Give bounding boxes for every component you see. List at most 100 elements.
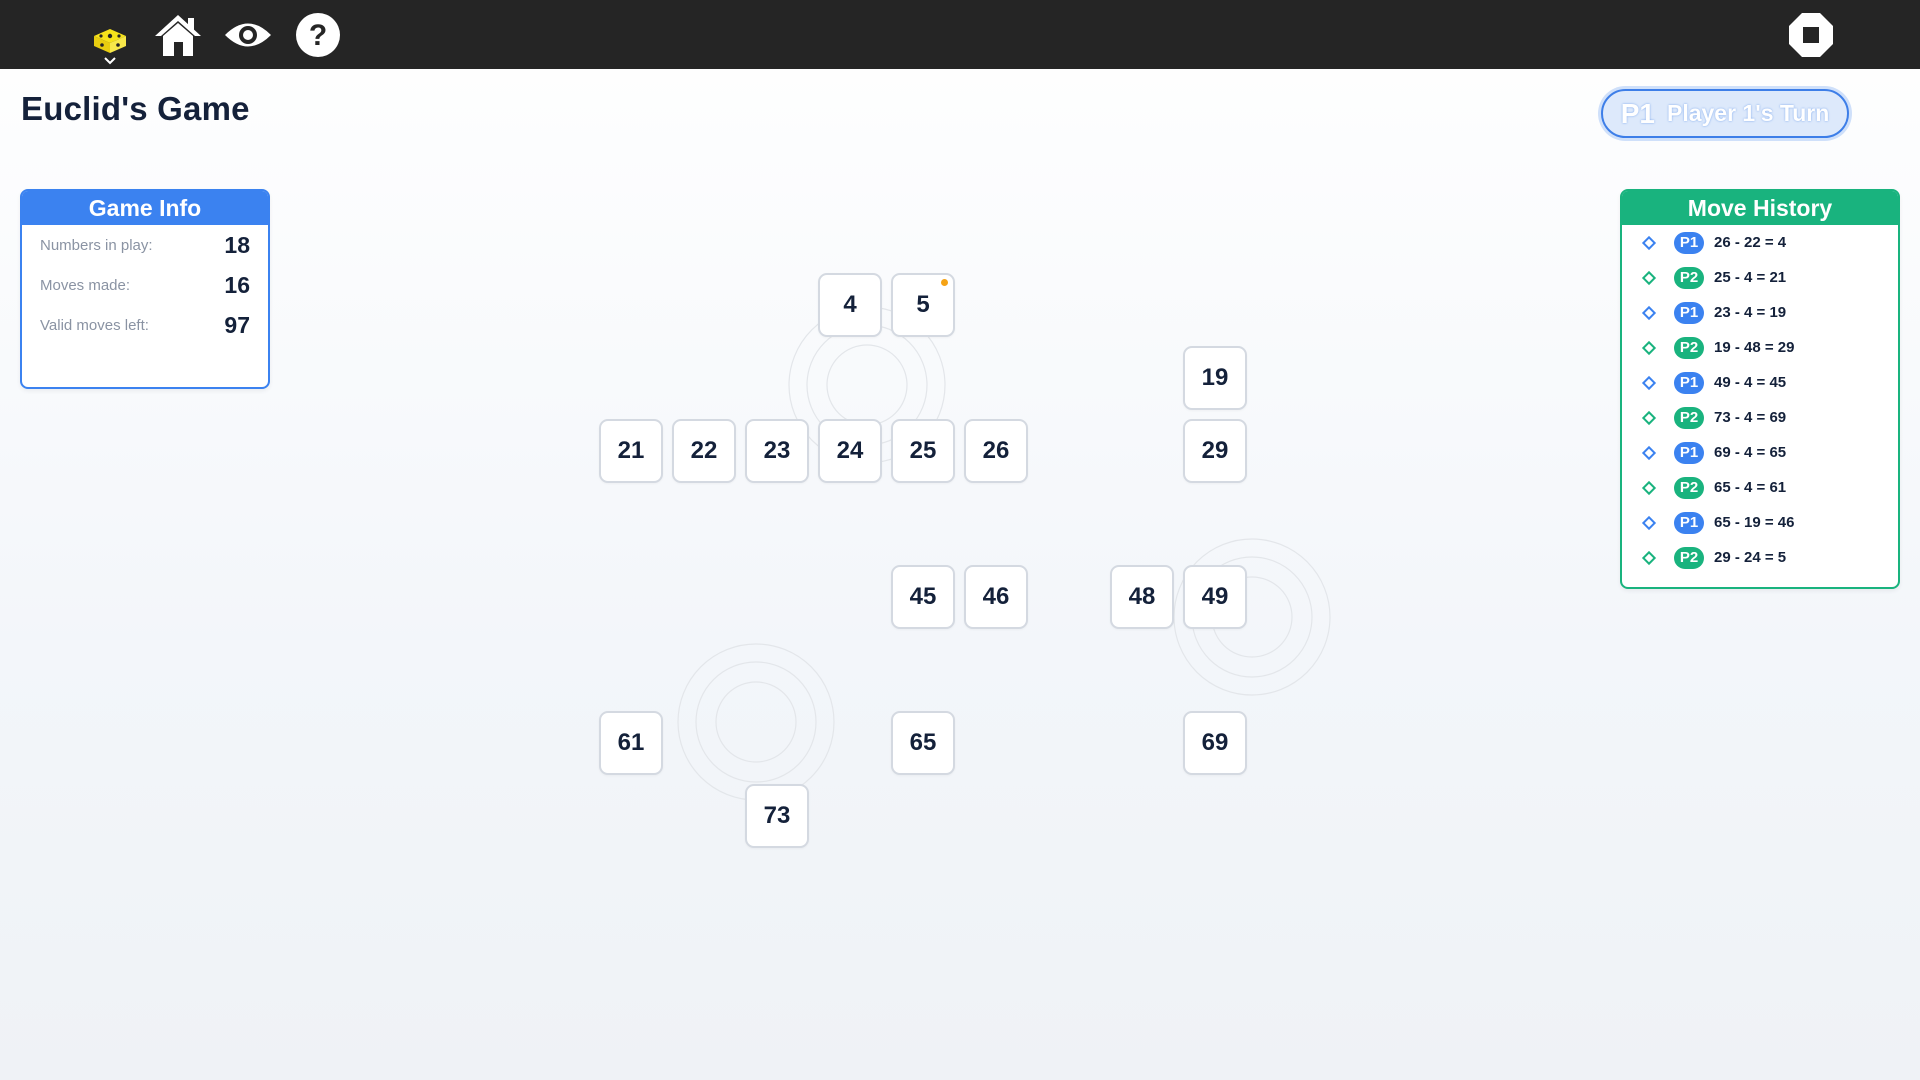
- number-tile[interactable]: 5: [891, 273, 955, 337]
- move-history-panel: Move History P1 26 - 22 = 4 P2 25 - 4 = 21 P…: [1620, 189, 1900, 589]
- tile-number: 5: [916, 291, 930, 318]
- number-tile[interactable]: 4: [818, 273, 882, 337]
- move-text: 29 - 24 = 5: [1714, 549, 1787, 566]
- move-text: 49 - 4 = 45: [1714, 374, 1787, 391]
- info-row-numbers: Numbers in play: 18: [22, 225, 268, 265]
- info-label: Numbers in play:: [40, 236, 153, 254]
- svg-text:?: ?: [309, 19, 327, 52]
- tile-number: 73: [763, 802, 791, 829]
- tile-number: 25: [909, 437, 937, 464]
- info-label: Valid moves left:: [40, 316, 149, 334]
- number-tile[interactable]: 19: [1183, 346, 1247, 410]
- help-icon[interactable]: ?: [290, 10, 346, 60]
- tile-number: 19: [1201, 364, 1229, 391]
- diamond-icon: [1641, 375, 1657, 390]
- number-tile[interactable]: 69: [1183, 711, 1247, 775]
- page-title: Euclid's Game: [21, 90, 250, 127]
- info-value: 18: [224, 231, 250, 258]
- history-item: P2 29 - 24 = 5: [1622, 540, 1898, 575]
- info-value: 97: [224, 311, 250, 338]
- number-tile[interactable]: 65: [891, 711, 955, 775]
- player-badge: P2: [1674, 476, 1704, 499]
- tile-number: 48: [1128, 583, 1156, 610]
- move-text: 73 - 4 = 69: [1714, 409, 1787, 426]
- tile-number: 49: [1201, 583, 1229, 610]
- eye-icon[interactable]: [220, 10, 276, 60]
- move-text: 65 - 4 = 61: [1714, 479, 1787, 496]
- tile-number: 21: [617, 437, 645, 464]
- move-text: 23 - 4 = 19: [1714, 304, 1787, 321]
- move-text: 69 - 4 = 65: [1714, 444, 1787, 461]
- diamond-icon: [1641, 270, 1657, 285]
- number-tile[interactable]: 22: [672, 419, 736, 483]
- player-badge: P1: [1674, 441, 1704, 464]
- stop-icon[interactable]: [1786, 10, 1836, 60]
- tile-number: 46: [982, 583, 1010, 610]
- player-badge: P2: [1674, 266, 1704, 289]
- info-label: Moves made:: [40, 276, 131, 294]
- game-info-panel: Game Info Numbers in play: 18 Moves made…: [20, 189, 270, 389]
- number-tile[interactable]: 25: [891, 419, 955, 483]
- chevron-down-icon: [104, 57, 116, 65]
- tile-number: 29: [1201, 437, 1229, 464]
- history-item: P1 65 - 19 = 46: [1622, 505, 1898, 540]
- game-info-title: Game Info: [22, 191, 268, 225]
- diamond-icon: [1641, 515, 1657, 530]
- top-toolbar: ?: [0, 0, 1920, 69]
- move-text: 65 - 19 = 46: [1714, 514, 1795, 531]
- player-badge: P1: [1674, 231, 1704, 254]
- history-item: P2 19 - 48 = 29: [1622, 330, 1898, 365]
- history-item: P1 49 - 4 = 45: [1622, 365, 1898, 400]
- player-badge: P2: [1674, 546, 1704, 569]
- number-tile[interactable]: 26: [964, 419, 1028, 483]
- diamond-icon: [1641, 410, 1657, 425]
- tile-number: 69: [1201, 729, 1229, 756]
- number-tile[interactable]: 45: [891, 565, 955, 629]
- info-value: 16: [224, 271, 250, 298]
- turn-indicator[interactable]: P1 Player 1's Turn: [1601, 89, 1849, 138]
- player-badge: P2: [1674, 336, 1704, 359]
- tile-number: 23: [763, 437, 791, 464]
- tile-number: 4: [843, 291, 857, 318]
- info-row-moves: Moves made: 16: [22, 265, 268, 305]
- home-icon[interactable]: [150, 10, 206, 60]
- turn-player-label: P1: [1620, 97, 1655, 129]
- number-tile[interactable]: 73: [745, 784, 809, 848]
- number-tile[interactable]: 21: [599, 419, 663, 483]
- number-tile[interactable]: 29: [1183, 419, 1247, 483]
- player-badge: P1: [1674, 301, 1704, 324]
- move-text: 26 - 22 = 4: [1714, 234, 1787, 251]
- diamond-icon: [1641, 550, 1657, 565]
- number-tile[interactable]: 24: [818, 419, 882, 483]
- tile-number: 65: [909, 729, 937, 756]
- logo-icon[interactable]: [86, 16, 134, 66]
- diamond-icon: [1641, 445, 1657, 460]
- tile-number: 45: [909, 583, 937, 610]
- number-tile[interactable]: 61: [599, 711, 663, 775]
- diamond-icon: [1641, 480, 1657, 495]
- history-item: P2 25 - 4 = 21: [1622, 260, 1898, 295]
- history-item: P1 26 - 22 = 4: [1622, 225, 1898, 260]
- number-tile[interactable]: 46: [964, 565, 1028, 629]
- player-badge: P2: [1674, 406, 1704, 429]
- tile-number: 24: [836, 437, 864, 464]
- number-tile[interactable]: 48: [1110, 565, 1174, 629]
- diamond-icon: [1641, 305, 1657, 320]
- move-history-title: Move History: [1622, 191, 1898, 225]
- info-row-valid: Valid moves left: 97: [22, 305, 268, 345]
- player-badge: P1: [1674, 511, 1704, 534]
- player-badge: P1: [1674, 371, 1704, 394]
- tile-number: 61: [617, 729, 645, 756]
- history-item: P2 65 - 4 = 61: [1622, 470, 1898, 505]
- diamond-icon: [1641, 340, 1657, 355]
- number-tile[interactable]: 49: [1183, 565, 1247, 629]
- tile-number: 26: [982, 437, 1010, 464]
- history-item: P1 69 - 4 = 65: [1622, 435, 1898, 470]
- diamond-icon: [1641, 235, 1657, 250]
- move-text: 19 - 48 = 29: [1714, 339, 1795, 356]
- highlight-dot: [941, 279, 948, 286]
- history-item: P2 73 - 4 = 69: [1622, 400, 1898, 435]
- move-text: 25 - 4 = 21: [1714, 269, 1787, 286]
- number-tile[interactable]: 23: [745, 419, 809, 483]
- turn-text: Player 1's Turn: [1666, 100, 1830, 126]
